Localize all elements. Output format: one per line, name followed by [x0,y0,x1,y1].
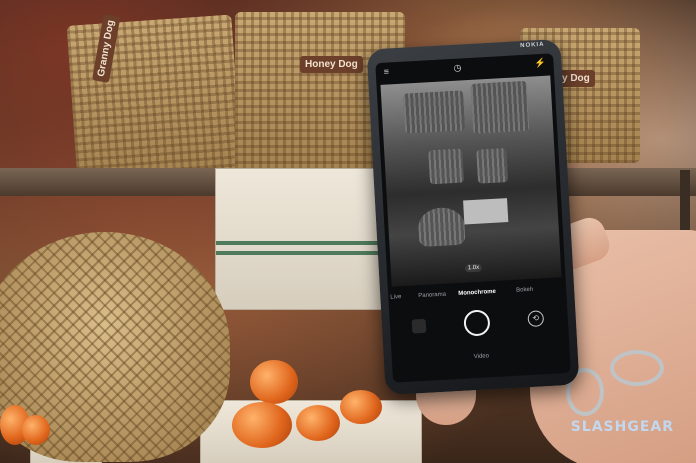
crate-upper [215,168,397,310]
timer-icon[interactable]: ◷ [453,62,461,73]
viewfinder-basket [403,90,466,134]
camera-mode-selector: Live Panorama Monochrome Bokeh [388,285,566,307]
orange [340,390,382,424]
ring [610,350,664,386]
camera-top-bar: ≡ ◷ ⚡ [383,58,545,79]
viewfinder-basket [428,148,465,185]
orange [296,405,340,441]
orange [22,415,50,445]
mode-live[interactable]: Live [390,294,401,301]
gallery-thumbnail[interactable] [411,318,427,334]
photo-scene: Granny Dog Honey Dog Honey Dog NOKIA ≡ ◷… [0,0,696,463]
mode-monochrome[interactable]: Monochrome [458,289,496,297]
mode-panorama[interactable]: Panorama [418,292,446,300]
zoom-level-badge[interactable]: 1.0x [464,263,483,273]
shutter-button[interactable] [463,309,491,337]
viewfinder-crate [463,198,509,225]
flash-icon[interactable]: ⚡ [534,58,546,70]
viewfinder-basket [470,80,530,134]
smartphone: NOKIA ≡ ◷ ⚡ 1.0x Live Panorama Monochrom… [366,38,580,396]
orange [250,360,298,404]
camera-screen: ≡ ◷ ⚡ 1.0x Live Panorama Monochrome Boke… [375,53,571,383]
basket-label-center: Honey Dog [300,56,363,73]
viewfinder-basket [476,148,509,184]
phone-brand-logo: NOKIA [520,41,545,50]
switch-camera-icon[interactable]: ⟲ [527,310,545,328]
orange [232,402,292,448]
camera-viewfinder[interactable] [380,75,562,287]
menu-icon[interactable]: ≡ [383,66,389,76]
mode-bokeh[interactable]: Bokeh [516,287,533,294]
video-mode-label[interactable]: Video [474,353,490,360]
viewfinder-basket [417,206,466,248]
basket-left [66,14,243,186]
watermark: SLASHGEAR [570,419,674,435]
